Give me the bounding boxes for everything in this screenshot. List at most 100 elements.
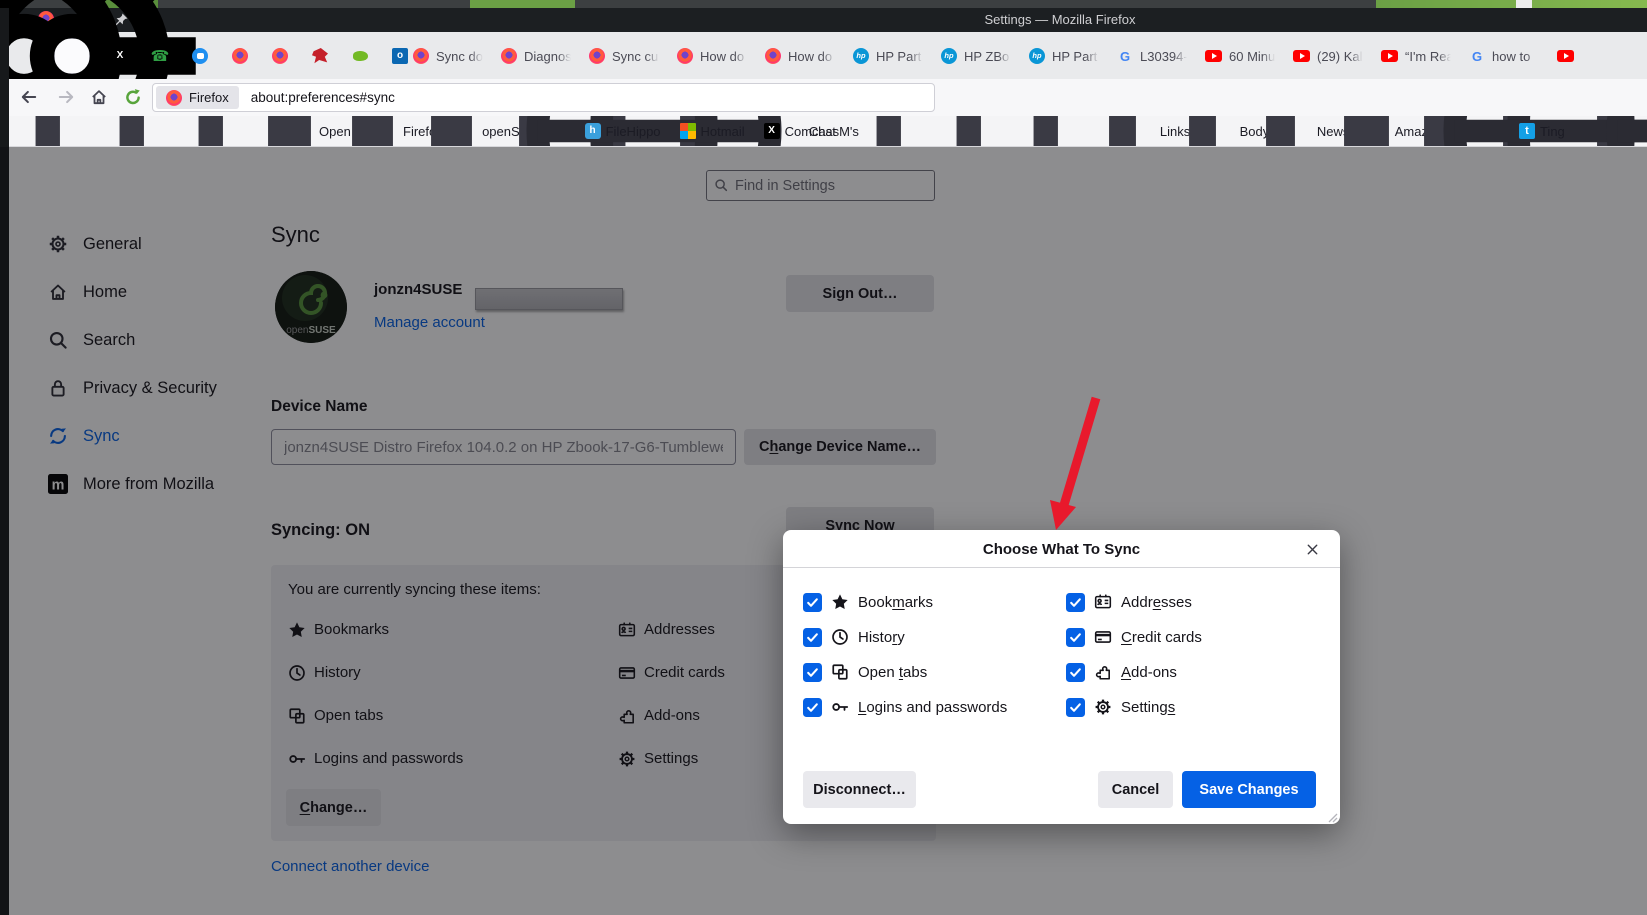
dialog-checkbox-add-ons[interactable]: Add-ons <box>1066 662 1202 682</box>
firefox-favicon <box>501 48 517 64</box>
bookmark-google[interactable]: Google <box>347 116 694 146</box>
tab-label: HP ZBo <box>964 48 1010 64</box>
tab-list: Sync do Diagnos Sync cu How do How do hp HP Pa… <box>404 36 1647 76</box>
dialog-checkbox-logins-and-passwords[interactable]: Logins and passwords <box>803 697 1066 717</box>
chameleon-favicon <box>352 48 368 64</box>
bookmark-arris-modem[interactable]: Arris Modem <box>1421 116 1647 146</box>
youtube-favicon <box>1205 50 1222 62</box>
pinned-tab-gear-active[interactable] <box>0 0 196 180</box>
back-button[interactable] <box>18 86 40 108</box>
checkbox-checked-icon[interactable] <box>1066 662 1085 682</box>
bookmark-money[interactable]: Money <box>1170 116 1514 146</box>
bookmark-hotmail[interactable]: Hotmail <box>679 123 745 139</box>
desktop-fragment <box>1376 0 1647 8</box>
save-changes-button[interactable]: Save Changes <box>1182 771 1316 808</box>
gear-icon <box>1094 698 1112 716</box>
checkbox-checked-icon[interactable] <box>803 627 822 647</box>
tab-label: Sync cu <box>612 48 659 64</box>
bookmark-comcast[interactable]: X Comcast <box>763 123 836 139</box>
bookmark-news[interactable]: News <box>1012 116 1349 146</box>
dialog-checkbox-bookmarks[interactable]: Bookmarks <box>803 592 1066 612</box>
checkbox-checked-icon[interactable] <box>803 592 822 612</box>
bookmark-opensuse[interactable]: openSUSE <box>177 116 546 146</box>
card-icon <box>1094 628 1112 646</box>
ting-favicon: t <box>1518 123 1535 139</box>
firefox-favicon <box>765 48 781 64</box>
tab-how-do[interactable]: How do <box>668 36 756 76</box>
dialog-checkbox-settings[interactable]: Settings <box>1066 697 1202 717</box>
bookmark-download[interactable]: Download <box>1584 116 1647 146</box>
tab-l30394[interactable]: G L30394- <box>1108 36 1196 76</box>
tab-partial[interactable] <box>1548 36 1636 76</box>
navigation-toolbar: Firefox about:preferences#sync <box>0 79 1647 116</box>
dialog-checkbox-credit-cards[interactable]: Credit cards <box>1066 627 1202 647</box>
checkbox-checked-icon[interactable] <box>1066 592 1085 612</box>
bookmark-bikes-cars[interactable]: Bikes / Cars <box>1249 116 1624 146</box>
tab-sync-do[interactable]: Sync do <box>404 36 492 76</box>
dialog-checkbox-open-tabs[interactable]: Open tabs <box>803 662 1066 682</box>
checkbox-label: History <box>858 628 905 646</box>
youtube-favicon <box>1293 50 1310 62</box>
pinned-tab-chameleon[interactable] <box>350 46 370 66</box>
checkbox-checked-icon[interactable] <box>803 697 822 717</box>
checkbox-checked-icon[interactable] <box>803 662 822 682</box>
pinned-tab-phone[interactable]: ☎ <box>150 46 170 66</box>
tab-label: How do <box>788 48 833 64</box>
tab-diagnos[interactable]: Diagnos <box>492 36 580 76</box>
bookmark-music[interactable]: Music <box>1343 116 1622 146</box>
bookmark-label: FileHippo <box>605 123 661 139</box>
bookmark-chasm-s[interactable]: ChasM's <box>504 116 859 146</box>
tab-hp-part[interactable]: hp HP Part <box>1020 36 1108 76</box>
bookmark-linksys[interactable]: Linksys <box>855 116 1203 146</box>
dialog-resize-grippy[interactable] <box>1326 810 1338 823</box>
pinned-tab-dragon[interactable] <box>310 46 330 66</box>
checkbox-checked-icon[interactable] <box>1066 697 1085 717</box>
bookmark-amazon[interactable]: Amazon <box>1090 116 1442 146</box>
pinned-tab-chat[interactable] <box>190 46 210 66</box>
firefox-window: Settings — Mozilla Firefox X ☎ o Sync do Di… <box>0 0 1647 915</box>
url-text: about:preferences#sync <box>250 90 395 105</box>
desktop-strip <box>0 0 1647 8</box>
forward-button[interactable] <box>55 86 77 108</box>
tab-hp-zbo[interactable]: hp HP ZBo <box>932 36 1020 76</box>
bookmark-net-tools[interactable]: Net Tools <box>265 116 624 146</box>
key-icon <box>831 698 849 716</box>
tab-how-do[interactable]: How do <box>756 36 844 76</box>
bookmark-ting[interactable]: t Ting <box>1518 123 1565 139</box>
tab-i-m-rea[interactable]: “I'm Rea <box>1372 36 1460 76</box>
site-identity-chip[interactable]: Firefox <box>156 86 239 109</box>
bookmark-filehippo[interactable]: h FileHippo <box>584 123 661 139</box>
bookmark-firefox[interactable]: Firefox <box>98 116 443 146</box>
tab-sync-cu[interactable]: Sync cu <box>580 36 668 76</box>
firefox-favicon <box>589 48 605 64</box>
dialog-checkbox-history[interactable]: History <box>803 627 1066 647</box>
dialog-buttons: Disconnect… Cancel Save Changes <box>803 771 1316 808</box>
bookmark-body[interactable]: Body <box>935 116 1269 146</box>
tab-29-kali[interactable]: (29) Kali <box>1284 36 1372 76</box>
bookmark-open-tabs[interactable]: Open tabs <box>14 116 379 146</box>
tab-strip: X ☎ o Sync do Diagnos Sync cu How do How do hp H… <box>0 0 1647 180</box>
checkbox-checked-icon[interactable] <box>1066 627 1085 647</box>
home-button[interactable] <box>88 86 110 108</box>
pinned-tab-firefox[interactable] <box>230 46 250 66</box>
dialog-title: Choose What To Sync <box>982 540 1141 558</box>
close-icon[interactable] <box>1300 537 1324 561</box>
disconnect-button[interactable]: Disconnect… <box>803 771 916 808</box>
desktop-fragment <box>470 0 575 8</box>
firefox-favicon <box>166 89 182 106</box>
dialog-checkbox-addresses[interactable]: Addresses <box>1066 592 1202 612</box>
checkbox-label: Open tabs <box>858 663 928 681</box>
firefox-favicon <box>232 48 248 64</box>
tab-hp-part[interactable]: hp HP Part <box>844 36 932 76</box>
checkbox-label: Add-ons <box>1121 663 1177 681</box>
cancel-button[interactable]: Cancel <box>1098 771 1173 808</box>
pinned-tab-firefox[interactable] <box>270 46 290 66</box>
tab-60-minu[interactable]: 60 Minu <box>1196 36 1284 76</box>
pinned-tab-x[interactable]: X <box>110 46 130 66</box>
url-bar[interactable]: Firefox about:preferences#sync <box>152 83 935 112</box>
bookmark-sony[interactable]: Sony <box>426 116 761 146</box>
firefox-favicon <box>677 48 693 64</box>
hotmail-favicon <box>679 123 696 139</box>
green-refresh-icon[interactable] <box>122 86 144 108</box>
tab-how-to[interactable]: Ghow to <box>1460 36 1548 76</box>
